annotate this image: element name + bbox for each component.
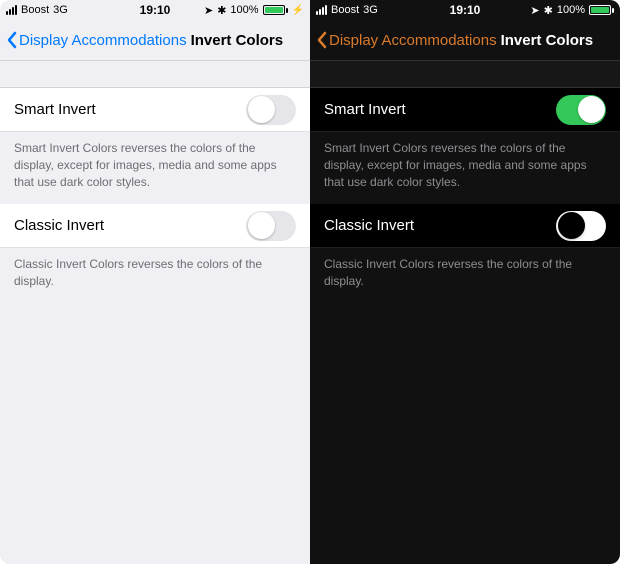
clock: 19:10 xyxy=(140,3,171,17)
phone-light: Boost 3G 19:10 ➤ ✱ 100% ⚡ Display Accomm… xyxy=(0,0,310,564)
smart-invert-desc: Smart Invert Colors reverses the colors … xyxy=(310,132,620,204)
charging-icon: ⚡ xyxy=(292,5,304,16)
battery-pct: 100% xyxy=(230,4,258,16)
battery-icon xyxy=(589,5,614,15)
page-title: Invert Colors xyxy=(501,32,594,49)
back-button[interactable]: Display Accommodations xyxy=(6,31,187,49)
location-icon: ➤ xyxy=(204,4,213,17)
classic-invert-label: Classic Invert xyxy=(14,217,104,234)
classic-invert-row[interactable]: Classic Invert xyxy=(0,204,310,248)
nav-bar: Display Accommodations Invert Colors xyxy=(310,20,620,60)
smart-invert-toggle[interactable] xyxy=(246,95,296,125)
back-button[interactable]: Display Accommodations xyxy=(316,31,497,49)
battery-icon xyxy=(263,5,288,15)
back-label: Display Accommodations xyxy=(329,32,497,49)
section-gap xyxy=(0,60,310,88)
chevron-left-icon xyxy=(6,31,17,49)
classic-invert-toggle[interactable] xyxy=(246,211,296,241)
network-label: 3G xyxy=(53,4,68,16)
signal-icon xyxy=(316,5,327,15)
bluetooth-icon: ✱ xyxy=(544,4,553,17)
classic-invert-desc: Classic Invert Colors reverses the color… xyxy=(0,248,310,304)
phone-dark: Boost 3G 19:10 ➤ ✱ 100% Display Accommod… xyxy=(310,0,620,564)
smart-invert-desc: Smart Invert Colors reverses the colors … xyxy=(0,132,310,204)
bluetooth-icon: ✱ xyxy=(217,4,226,17)
classic-invert-label: Classic Invert xyxy=(324,217,414,234)
carrier-label: Boost xyxy=(21,4,49,16)
chevron-left-icon xyxy=(316,31,327,49)
classic-invert-toggle[interactable] xyxy=(556,211,606,241)
status-bar: Boost 3G 19:10 ➤ ✱ 100% ⚡ xyxy=(0,0,310,20)
smart-invert-label: Smart Invert xyxy=(324,101,406,118)
network-label: 3G xyxy=(363,4,378,16)
smart-invert-label: Smart Invert xyxy=(14,101,96,118)
classic-invert-desc: Classic Invert Colors reverses the color… xyxy=(310,248,620,304)
location-icon: ➤ xyxy=(530,4,539,17)
page-title: Invert Colors xyxy=(191,32,284,49)
clock: 19:10 xyxy=(450,3,481,17)
back-label: Display Accommodations xyxy=(19,32,187,49)
smart-invert-row[interactable]: Smart Invert xyxy=(310,88,620,132)
classic-invert-row[interactable]: Classic Invert xyxy=(310,204,620,248)
nav-bar: Display Accommodations Invert Colors xyxy=(0,20,310,60)
battery-pct: 100% xyxy=(557,4,585,16)
carrier-label: Boost xyxy=(331,4,359,16)
smart-invert-toggle[interactable] xyxy=(556,95,606,125)
smart-invert-row[interactable]: Smart Invert xyxy=(0,88,310,132)
status-bar: Boost 3G 19:10 ➤ ✱ 100% xyxy=(310,0,620,20)
signal-icon xyxy=(6,5,17,15)
section-gap xyxy=(310,60,620,88)
